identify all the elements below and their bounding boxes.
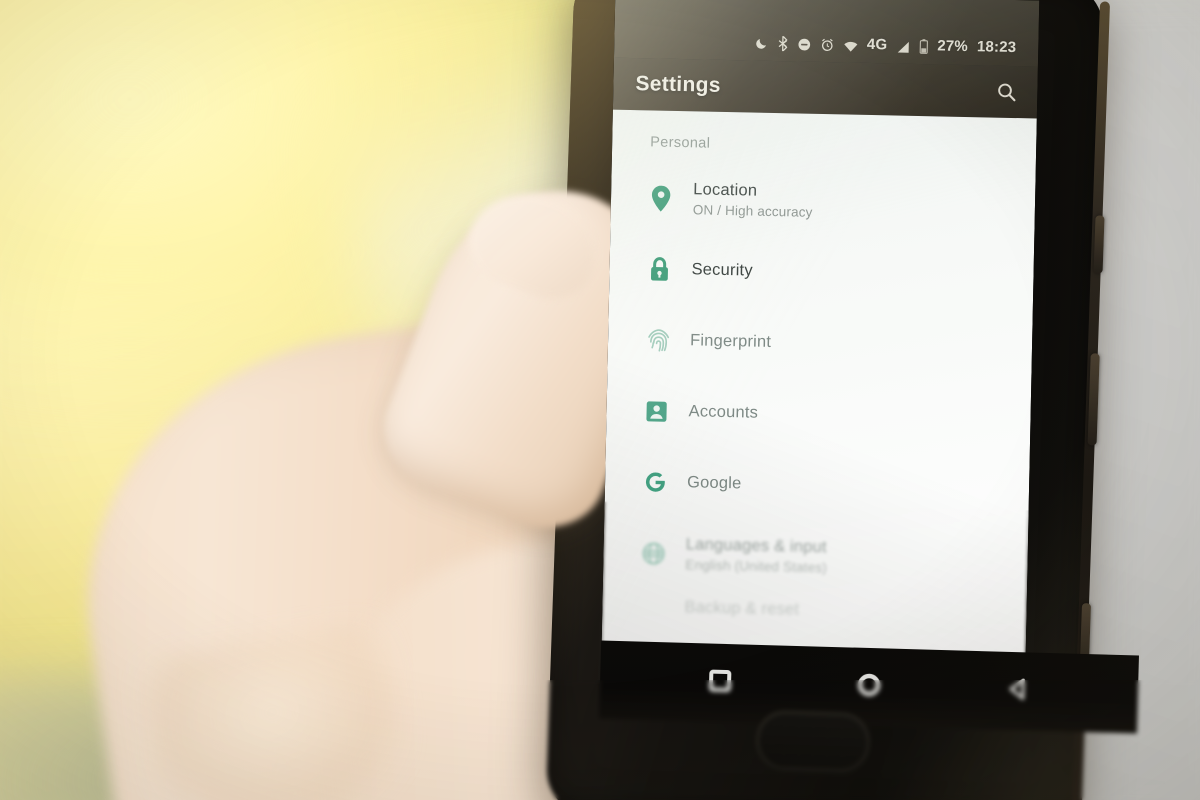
app-bar: Settings <box>612 57 1038 119</box>
photo-scene: 4G 27% 18:23 Settings Personal Location … <box>0 0 1200 800</box>
phone-screen: 4G 27% 18:23 Settings Personal Location … <box>600 0 1040 701</box>
battery-percent-label: 27% <box>937 37 969 56</box>
network-type-label: 4G <box>866 35 888 54</box>
fingerprint-icon <box>630 326 687 354</box>
account-person-icon <box>628 400 684 423</box>
section-header-personal: Personal <box>650 134 711 152</box>
settings-row-backup[interactable]: Backup & reset <box>602 588 1027 633</box>
status-bar: 4G 27% 18:23 <box>613 0 1040 67</box>
recents-button[interactable] <box>708 669 732 697</box>
settings-row-title: Accounts <box>688 402 759 422</box>
back-button[interactable] <box>1007 677 1030 705</box>
navigation-bar[interactable] <box>599 640 1139 734</box>
search-icon[interactable] <box>995 81 1017 103</box>
alarm-icon <box>820 38 834 52</box>
settings-row-title: Location <box>693 180 758 200</box>
settings-row-fingerprint[interactable]: Fingerprint <box>607 304 1032 384</box>
lock-icon <box>631 256 688 283</box>
backup-icon <box>625 606 681 607</box>
home-button[interactable] <box>857 672 882 702</box>
location-pin-icon <box>633 185 690 212</box>
physical-home-key[interactable] <box>756 710 870 772</box>
settings-row-location[interactable]: Location ON / High accuracy <box>610 162 1035 242</box>
do-not-disturb-moon-icon <box>754 37 768 51</box>
settings-row-subtitle: English (United States) <box>685 556 828 575</box>
settings-row-title: Languages & input <box>685 534 827 556</box>
settings-row-google[interactable]: Google <box>604 446 1029 526</box>
clock-label: 18:23 <box>976 38 1017 57</box>
settings-row-title: Fingerprint <box>689 331 772 351</box>
settings-row-accounts[interactable]: Accounts <box>606 375 1031 455</box>
wifi-icon <box>843 40 858 52</box>
battery-icon <box>919 39 928 54</box>
signal-icon <box>896 41 910 54</box>
settings-row-title: Security <box>691 260 753 280</box>
settings-row-title: Google <box>686 473 742 493</box>
settings-list[interactable]: Personal Location ON / High accuracy Sec… <box>600 109 1037 701</box>
google-g-icon <box>627 468 684 496</box>
bluetooth-icon <box>777 36 788 52</box>
globe-icon <box>625 540 681 565</box>
page-title: Settings <box>635 72 721 97</box>
settings-row-languages[interactable]: Languages & input English (United States… <box>603 517 1028 597</box>
settings-row-title: Backup & reset <box>684 597 800 619</box>
mute-icon <box>797 37 811 51</box>
settings-row-subtitle: ON / High accuracy <box>692 202 813 220</box>
settings-row-security[interactable]: Security <box>609 233 1034 313</box>
